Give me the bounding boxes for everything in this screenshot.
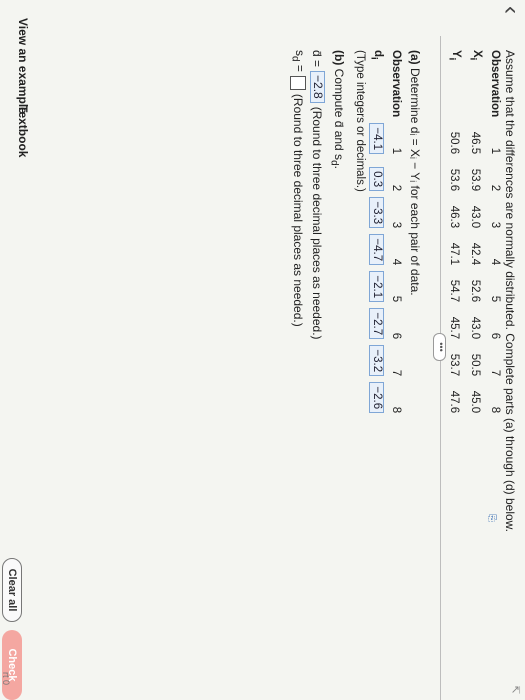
d-answer-field[interactable]: −2.6: [368, 382, 384, 414]
x-value: 46.5: [469, 131, 482, 155]
edge-text: rt 0: [1, 672, 11, 686]
x-value: 50.5: [469, 353, 482, 377]
obs-number: 6: [390, 332, 402, 340]
obs-number: 2: [489, 184, 501, 192]
x-value: 43.0: [469, 205, 482, 229]
part-a-prompt: (a) Determine dᵢ = Xᵢ − Yᵢ for each pair…: [408, 50, 422, 296]
part-a-tag: (a): [408, 50, 422, 65]
obs-number: 1: [489, 147, 501, 155]
expand-more-button[interactable]: •••: [433, 333, 446, 361]
obs-number: 7: [390, 369, 402, 377]
obs-number: 5: [390, 295, 402, 303]
d-answer-field[interactable]: −4.1: [368, 123, 384, 155]
table-row: Xi 46.5 53.9 43.0 42.4 52.6 43.0 50.5 45…: [462, 50, 483, 413]
part-a-text: Determine dᵢ = Xᵢ − Yᵢ for each pair of …: [408, 68, 422, 296]
clear-all-button[interactable]: Clear all: [2, 558, 22, 622]
question-screen: ‹ Assume that the differences are normal…: [0, 0, 525, 700]
textbook-link[interactable]: Textbook: [16, 105, 30, 157]
obs-number: 1: [390, 147, 402, 155]
y-row-label: Yi: [446, 50, 462, 61]
obs-number: 8: [390, 406, 402, 414]
obs-number: 4: [489, 258, 501, 266]
obs-number: 5: [489, 295, 501, 303]
dbar-answer-field[interactable]: −2.8: [310, 71, 325, 103]
x-value: 45.0: [469, 390, 482, 414]
part-b-text: Compute d̄ and s: [332, 68, 346, 161]
observation-label: Observation: [489, 50, 501, 118]
y-value: 46.3: [448, 205, 461, 229]
footer-bar: View an example Textbook Clear all Check…: [0, 0, 30, 700]
part-b-prompt: (b) Compute d̄ and sd.: [328, 50, 346, 169]
obs-number: 2: [390, 184, 402, 192]
d-answer-field[interactable]: −4.7: [368, 234, 384, 266]
x-value: 52.6: [469, 279, 482, 303]
x-value: 53.9: [469, 168, 482, 192]
copy-data-icon[interactable]: ⎘: [486, 514, 497, 522]
back-arrow-icon[interactable]: ‹: [498, 6, 525, 14]
obs-number: 8: [489, 406, 501, 414]
sd-input[interactable]: [290, 75, 307, 90]
d-answer-field[interactable]: −3.2: [368, 345, 384, 377]
check-answer-button[interactable]: Check answer: [2, 630, 22, 700]
dbar-hint: (Round to three decimal places as needed…: [310, 106, 325, 340]
y-value: 47.6: [448, 390, 461, 414]
question-intro: Assume that the differences are normally…: [503, 50, 517, 533]
y-value: 54.7: [448, 279, 461, 303]
observation-table: Observation 1 2 3 4 5 6 7 8 Xi 46.5 53.9…: [440, 50, 501, 413]
d-answer-field[interactable]: 0.3: [368, 167, 384, 192]
view-example-link[interactable]: View an example: [16, 18, 30, 114]
y-value: 47.1: [448, 242, 461, 266]
d-row-label: di: [368, 50, 384, 60]
x-value: 43.0: [469, 316, 482, 340]
sd-hint: (Round to three decimal places as needed…: [291, 93, 306, 327]
table-row: Observation 1 2 3 4 5 6 7 8: [483, 50, 501, 413]
sd-row: sd = (Round to three decimal places as n…: [290, 50, 307, 327]
differences-table: Observation 1 2 3 4 5 6 7 8 di −4.1 0.3 …: [364, 50, 403, 414]
part-a-hint: (Type integers or decimals.): [354, 50, 366, 192]
obs-number: 3: [489, 221, 501, 229]
dbar-row: d̄ = −2.8 (Round to three decimal places…: [310, 50, 325, 340]
y-value: 50.6: [448, 131, 461, 155]
observation-label: Observation: [390, 50, 402, 118]
table-row: Observation 1 2 3 4 5 6 7 8: [384, 50, 403, 413]
obs-number: 7: [489, 369, 501, 377]
obs-number: 4: [390, 258, 402, 266]
dbar-label: d̄ =: [310, 50, 325, 68]
d-answer-field[interactable]: −2.7: [368, 308, 384, 340]
obs-number: 6: [489, 332, 501, 340]
section-divider: [440, 36, 441, 700]
y-value: 53.6: [448, 168, 461, 192]
d-answer-field[interactable]: −2.1: [368, 271, 384, 303]
obs-number: 3: [390, 221, 402, 229]
part-b-tag: (b): [332, 50, 346, 66]
x-row-label: Xi: [467, 50, 483, 61]
x-value: 42.4: [469, 242, 482, 266]
cursor-icon: ↸: [509, 685, 521, 695]
sd-label: sd =: [289, 50, 307, 72]
d-answer-field[interactable]: −3.3: [368, 197, 384, 229]
table-row: di −4.1 0.3 −3.3 −4.7 −2.1 −2.7 −3.2 −2.…: [364, 50, 384, 414]
